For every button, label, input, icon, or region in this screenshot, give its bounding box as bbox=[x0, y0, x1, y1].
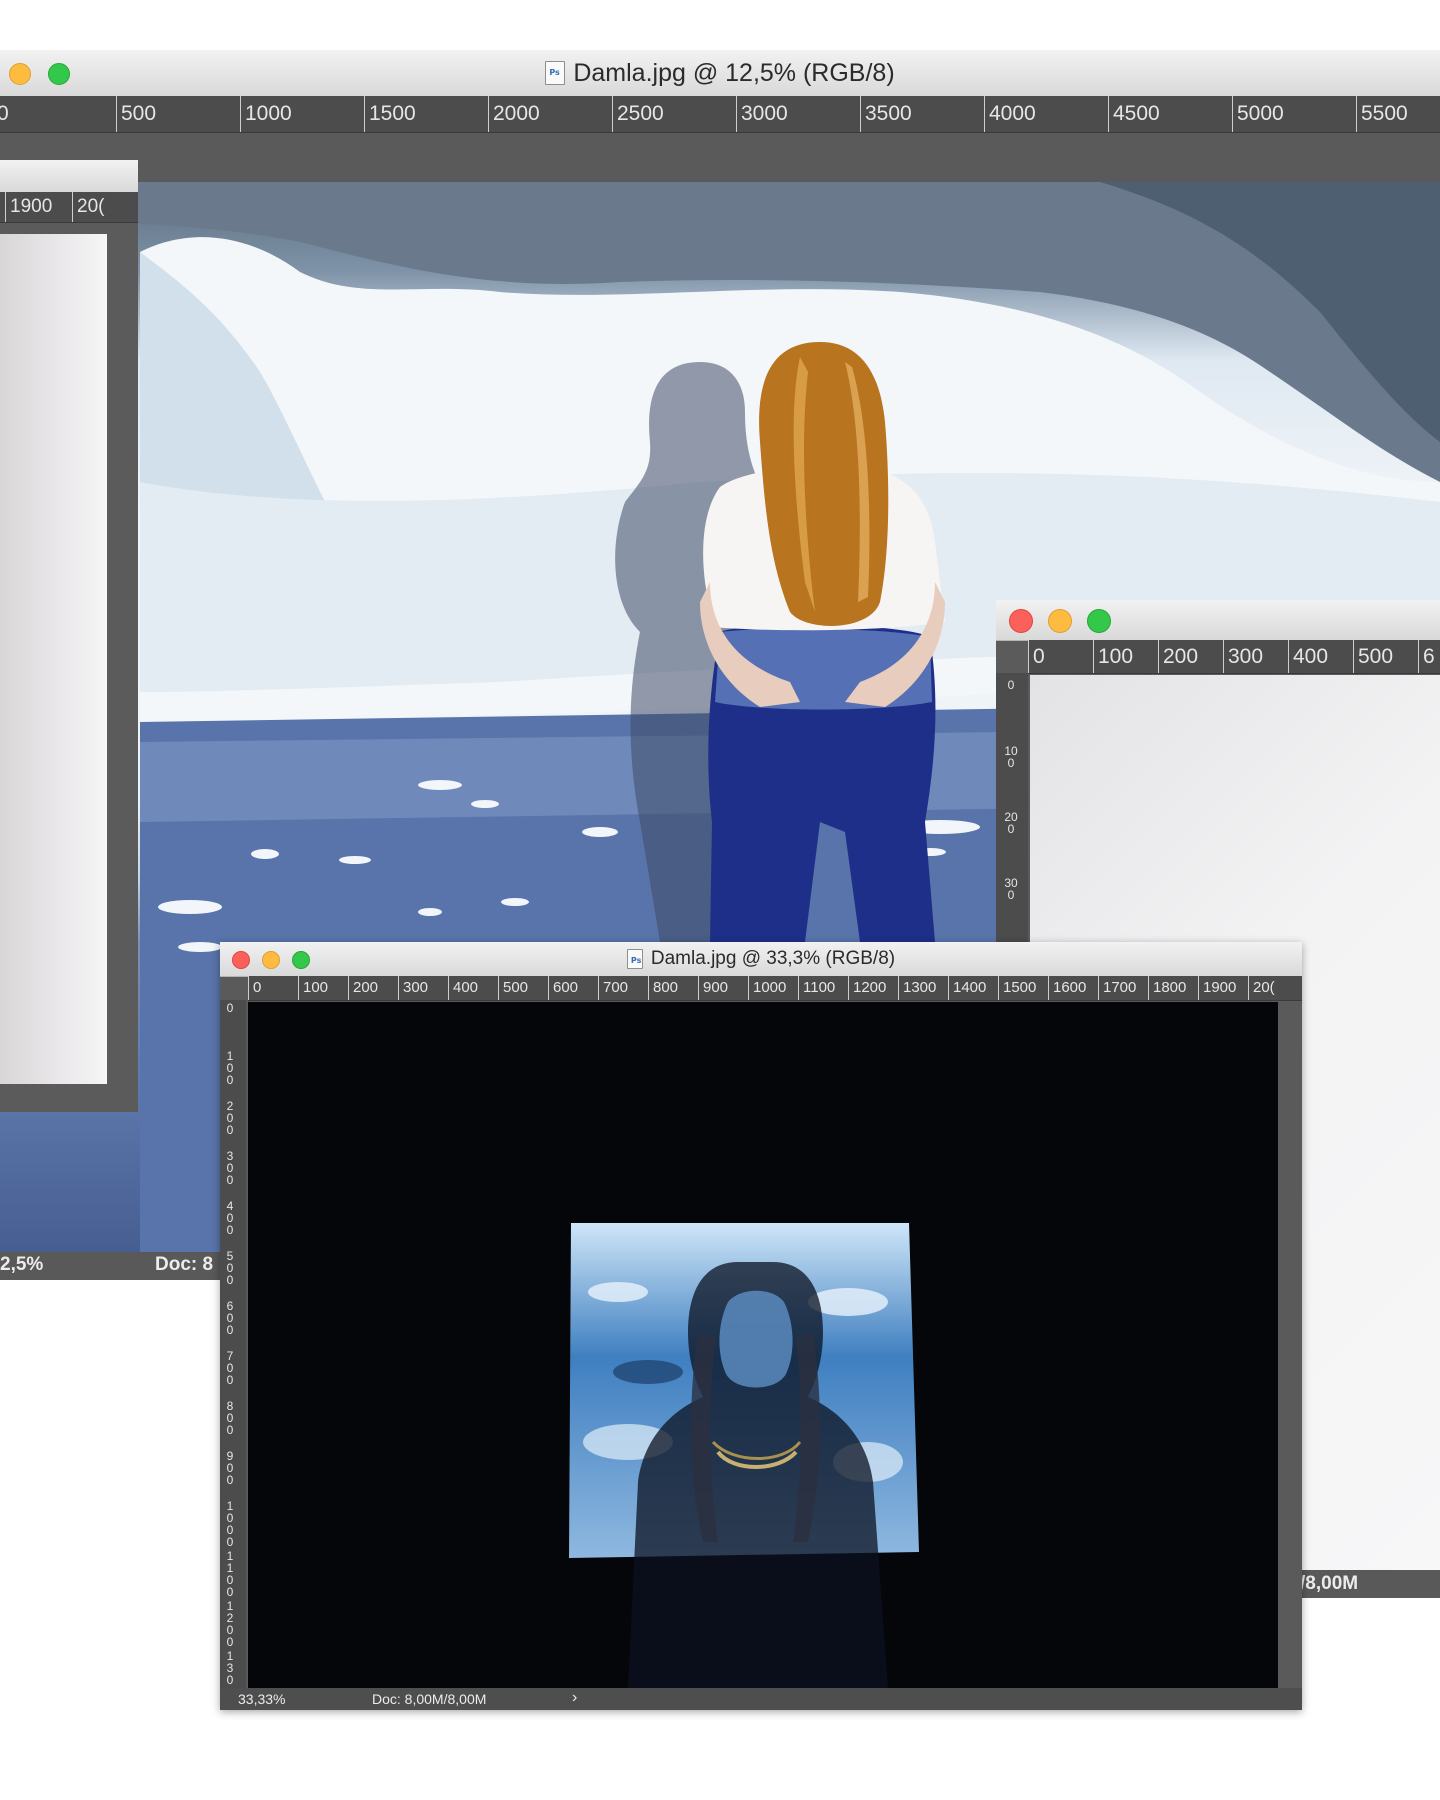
ruler-label: 100 bbox=[226, 1049, 234, 1087]
ruler-label: 0 bbox=[226, 1001, 234, 1015]
ruler-label: 1900 bbox=[5, 192, 52, 222]
ruler-label: 0 bbox=[0, 96, 9, 132]
ruler-label: 4000 bbox=[984, 96, 1036, 132]
ruler-label: 200 bbox=[1004, 810, 1018, 836]
document-icon bbox=[626, 949, 643, 969]
ruler-label: 700 bbox=[598, 976, 628, 1000]
front-vertical-ruler[interactable]: 0 100 200 300 400 500 600 700 800 900 10… bbox=[220, 1000, 246, 1688]
ruler-label: 1000 bbox=[240, 96, 292, 132]
document-icon bbox=[545, 61, 566, 85]
ruler-label: 130 bbox=[226, 1649, 234, 1687]
ruler-label: 300 bbox=[226, 1149, 234, 1187]
ruler-label: 100 bbox=[1004, 744, 1018, 770]
ruler-label: 900 bbox=[226, 1449, 234, 1487]
ruler-label: 400 bbox=[1288, 640, 1328, 673]
ruler-label: 0 bbox=[248, 976, 261, 1000]
ruler-label: 1100 bbox=[226, 1549, 234, 1599]
ruler-label: 400 bbox=[448, 976, 478, 1000]
front-window-titlebar[interactable]: Damla.jpg @ 33,3% (RGB/8) bbox=[220, 942, 1302, 977]
right-window-titlebar[interactable] bbox=[996, 600, 1440, 641]
dark-portrait-photo bbox=[569, 1223, 919, 1688]
ruler-label: 6 bbox=[1418, 640, 1435, 673]
right-doc-size[interactable]: /8,00M bbox=[1300, 1573, 1358, 1595]
main-window-titlebar[interactable]: Damla.jpg @ 12,5% (RGB/8) bbox=[0, 50, 1440, 97]
ruler-label: 1500 bbox=[364, 96, 416, 132]
front-doc-size[interactable]: Doc: 8,00M/8,00M bbox=[372, 1691, 486, 1707]
right-horizontal-ruler[interactable]: 0 100 200 300 400 500 6 bbox=[1028, 640, 1440, 674]
ruler-label: 300 bbox=[1223, 640, 1263, 673]
ruler-label: 1600 bbox=[1048, 976, 1086, 1000]
ruler-label: 500 bbox=[498, 976, 528, 1000]
ruler-label: 1400 bbox=[948, 976, 986, 1000]
ruler-label: 800 bbox=[648, 976, 678, 1000]
left-horizontal-ruler[interactable]: 1900 20( bbox=[0, 192, 138, 223]
main-doc-size[interactable]: Doc: 8 bbox=[155, 1254, 213, 1276]
ruler-label: 2500 bbox=[612, 96, 664, 132]
ruler-label: 600 bbox=[226, 1299, 234, 1337]
ruler-label: 2000 bbox=[488, 96, 540, 132]
ruler-label: 200 bbox=[1158, 640, 1198, 673]
ruler-label: 1000 bbox=[748, 976, 786, 1000]
ruler-label: 1500 bbox=[998, 976, 1036, 1000]
ruler-label: 700 bbox=[226, 1349, 234, 1387]
ruler-label: 1000 bbox=[226, 1499, 234, 1549]
ruler-label: 800 bbox=[226, 1399, 234, 1437]
ruler-label: 1100 bbox=[798, 976, 835, 1000]
ruler-label: 20( bbox=[1248, 976, 1275, 1000]
dark-portrait-canvas[interactable] bbox=[248, 1002, 1278, 1688]
ruler-label: 500 bbox=[1353, 640, 1393, 673]
ruler-label: 900 bbox=[698, 976, 728, 1000]
ruler-label: 300 bbox=[398, 976, 428, 1000]
main-horizontal-ruler[interactable]: 0 500 1000 1500 2000 2500 3000 3500 4000… bbox=[0, 96, 1440, 133]
ruler-label: 3000 bbox=[736, 96, 788, 132]
front-status-bar: 33,33% Doc: 8,00M/8,00M › bbox=[220, 1688, 1302, 1710]
close-button[interactable] bbox=[1009, 609, 1033, 633]
main-window-title: Damla.jpg @ 12,5% (RGB/8) bbox=[573, 58, 895, 87]
front-window-title: Damla.jpg @ 33,3% (RGB/8) bbox=[650, 948, 896, 969]
ruler-label: 1300 bbox=[898, 976, 936, 1000]
ruler-label: 1700 bbox=[1098, 976, 1136, 1000]
ruler-label: 1200 bbox=[226, 1599, 234, 1649]
zoom-button[interactable] bbox=[1087, 609, 1111, 633]
main-zoom-level[interactable]: 2,5% bbox=[0, 1254, 43, 1276]
ruler-label: 1900 bbox=[1198, 976, 1236, 1000]
status-menu-arrow-icon[interactable]: › bbox=[572, 1689, 577, 1707]
left-document-window: 1900 20( bbox=[0, 160, 138, 1112]
left-blank-canvas[interactable] bbox=[0, 234, 107, 1084]
minimize-button[interactable] bbox=[1048, 609, 1072, 633]
front-zoom-level[interactable]: 33,33% bbox=[238, 1691, 285, 1707]
ruler-label: 5500 bbox=[1356, 96, 1408, 132]
front-horizontal-ruler[interactable]: 0 100 200 300 400 500 600 700 800 900 10… bbox=[248, 976, 1302, 1001]
ruler-label: 5000 bbox=[1232, 96, 1284, 132]
ruler-label: 3500 bbox=[860, 96, 912, 132]
ruler-label: 1200 bbox=[848, 976, 886, 1000]
ruler-label: 200 bbox=[226, 1099, 234, 1137]
ruler-label: 1800 bbox=[1148, 976, 1186, 1000]
ruler-label: 500 bbox=[226, 1249, 234, 1287]
ruler-label: 200 bbox=[348, 976, 378, 1000]
ruler-label: 600 bbox=[548, 976, 578, 1000]
ruler-label: 500 bbox=[116, 96, 156, 132]
left-window-titlebar[interactable] bbox=[0, 160, 138, 193]
ruler-label: 100 bbox=[298, 976, 328, 1000]
front-document-window: Damla.jpg @ 33,3% (RGB/8) 0 100 200 300 … bbox=[220, 942, 1302, 1710]
ruler-label: 20( bbox=[72, 192, 104, 222]
ruler-label: 100 bbox=[1093, 640, 1133, 673]
ruler-label: 0 bbox=[1028, 640, 1045, 673]
ruler-label: 0 bbox=[1007, 678, 1015, 692]
ruler-label: 400 bbox=[226, 1199, 234, 1237]
ruler-label: 4500 bbox=[1108, 96, 1160, 132]
ruler-label: 300 bbox=[1004, 876, 1018, 902]
